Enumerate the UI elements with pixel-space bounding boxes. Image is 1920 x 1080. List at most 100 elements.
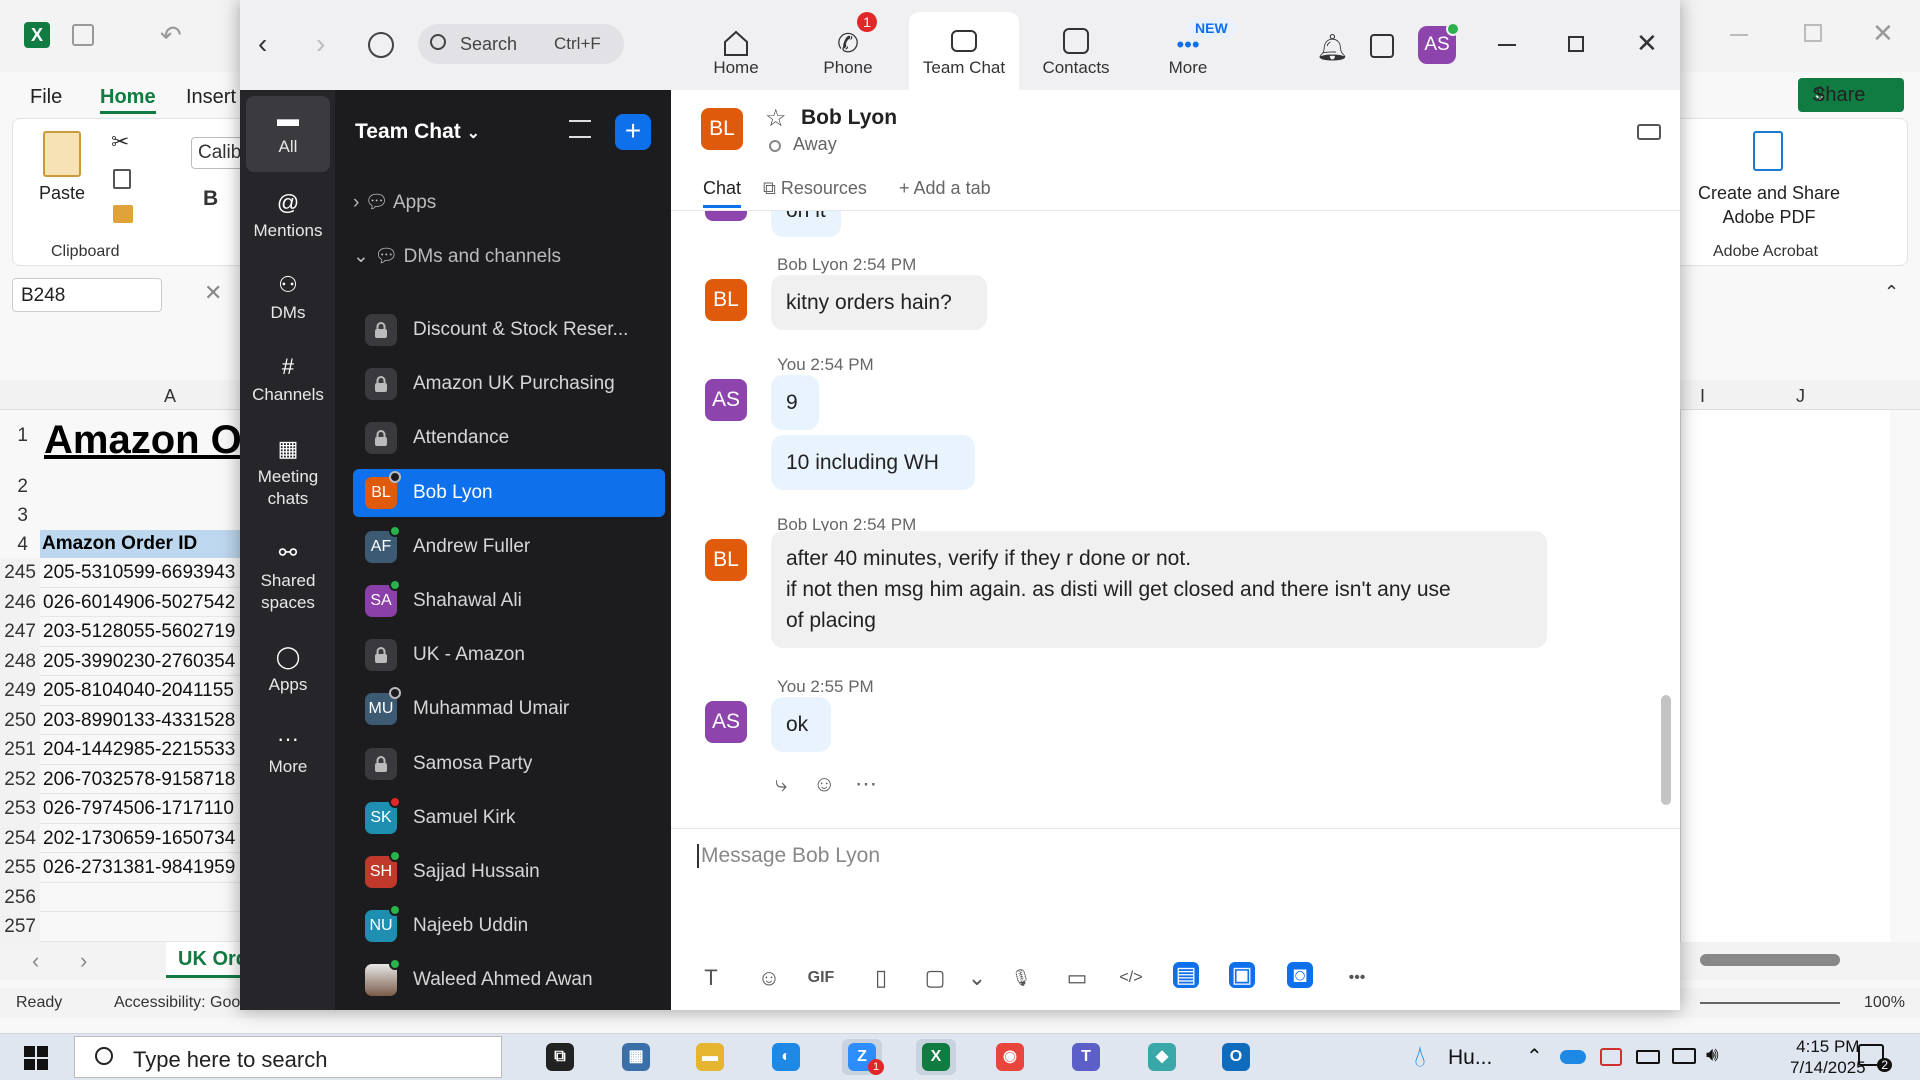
screenshot-options-icon[interactable]: ⌄ <box>961 962 993 994</box>
emoji-icon[interactable]: ☺ <box>753 962 785 994</box>
apps-section[interactable]: › 💬︎ Apps <box>353 190 436 214</box>
adobe-pdf-icon[interactable] <box>1753 131 1783 171</box>
zoom-slider[interactable] <box>1700 1002 1840 1004</box>
start-windows-icon[interactable] <box>24 1046 48 1070</box>
contact-name[interactable]: Bob Lyon <box>801 106 897 130</box>
accessibility-status[interactable]: Accessibility: Good to go <box>114 994 244 1012</box>
order-id-header-cell[interactable]: Amazon Order ID <box>40 530 240 558</box>
paste-label[interactable]: Paste <box>39 183 85 204</box>
volume-icon[interactable]: 🔊︎ <box>1706 1044 1719 1067</box>
dms-section[interactable]: ⌄ 💬︎ DMs and channels <box>353 244 561 268</box>
cut-icon[interactable]: ✂ <box>111 129 129 155</box>
rail-item-all[interactable]: ▬ All <box>246 96 330 172</box>
new-chat-button[interactable]: + <box>615 114 651 150</box>
more-tools-icon[interactable]: ••• <box>1341 962 1373 994</box>
taskbar-search-box[interactable]: Type here to search <box>74 1036 502 1078</box>
collapse-ribbon-icon[interactable]: ⌃ <box>1884 282 1899 303</box>
horizontal-scrollbar[interactable] <box>1700 954 1840 966</box>
rail-item-dms[interactable]: ⚇ DMs <box>246 262 330 338</box>
row-header[interactable]: 4 <box>0 534 28 556</box>
format-painter-icon[interactable] <box>113 205 133 223</box>
sheet-tab[interactable]: UK Ord <box>166 942 240 978</box>
cancel-formula-icon[interactable]: ✕ <box>204 280 222 306</box>
reply-thread-icon[interactable]: ⤷ <box>775 771 787 797</box>
row-header[interactable]: 255 <box>0 853 40 883</box>
list-item[interactable]: MU Muhammad Umair <box>353 685 665 733</box>
security-icon[interactable] <box>1600 1048 1622 1066</box>
list-item[interactable]: NU Najeeb Uddin <box>353 902 665 950</box>
app-diamond-icon[interactable]: ◆ <box>1142 1039 1182 1075</box>
nav-team-chat[interactable]: Team Chat <box>909 12 1019 90</box>
tab-resources[interactable]: ⧉ Resources <box>763 178 867 199</box>
file-icon[interactable]: ▯ <box>865 962 897 994</box>
message-composer[interactable]: Message Bob Lyon <box>697 844 880 868</box>
order-id-cell[interactable]: 202-1730659-1650734 <box>40 824 240 853</box>
column-j-header[interactable]: J <box>1796 386 1805 407</box>
window-minimize-icon[interactable] <box>1730 34 1748 36</box>
gif-icon[interactable]: GIF <box>805 962 837 994</box>
row-header[interactable]: 250 <box>0 705 40 735</box>
notes-app-icon[interactable]: ◙ <box>1287 962 1313 988</box>
order-id-cell[interactable]: 206-7032578-9158718 <box>40 765 240 794</box>
order-id-cell[interactable]: 204-1442985-2215533 <box>40 735 240 765</box>
calendar-icon[interactable] <box>1370 34 1394 58</box>
message-bubble[interactable]: kitny orders hain? <box>771 275 987 330</box>
rail-item-mentions[interactable]: @ Mentions <box>246 180 330 256</box>
screenshot-icon[interactable]: ▢ <box>919 962 951 994</box>
notification-bell-icon[interactable]: 🔔︎ <box>1316 32 1349 63</box>
outlook-icon[interactable]: O <box>1216 1039 1256 1075</box>
maximize-icon[interactable] <box>1568 36 1584 52</box>
add-tab-button[interactable]: + Add a tab <box>899 178 991 199</box>
scrollbar-thumb[interactable] <box>1661 695 1671 805</box>
star-icon[interactable]: ☆ <box>765 104 787 133</box>
onedrive-icon[interactable] <box>1560 1050 1586 1064</box>
order-id-cell[interactable]: 026-7974506-1717110 <box>40 794 240 824</box>
column-i-header[interactable]: I <box>1700 386 1705 407</box>
row-header[interactable]: 245 <box>0 558 40 588</box>
message-avatar[interactable]: AS <box>705 379 747 421</box>
teams-icon[interactable]: T <box>1066 1039 1106 1075</box>
list-title[interactable]: Team Chat ⌄ <box>355 120 480 144</box>
message-avatar[interactable]: BL <box>705 539 747 581</box>
rail-item-channels[interactable]: # Channels <box>246 344 330 420</box>
list-item[interactable]: SK Samuel Kirk <box>353 794 665 842</box>
docs-app-icon[interactable]: ▤ <box>1173 962 1199 988</box>
taskbar-clock[interactable]: 4:15 PM 7/14/2025 <box>1790 1036 1866 1078</box>
forward-icon[interactable]: › <box>316 28 325 60</box>
ribbon-tab-home[interactable]: Home <box>100 86 156 114</box>
order-id-cell[interactable]: 203-8990133-4331528 <box>40 706 240 735</box>
row-header[interactable]: 256 <box>0 882 40 912</box>
history-icon[interactable] <box>368 32 394 58</box>
row-header[interactable]: 2 <box>0 476 28 498</box>
network-icon[interactable] <box>1672 1048 1696 1064</box>
message-bubble[interactable]: 9 <box>771 375 819 430</box>
message-bubble[interactable]: on it <box>771 211 841 237</box>
share-button[interactable]: ⇪ Share ⌄ <box>1798 78 1904 112</box>
contact-avatar[interactable]: BL <box>701 108 743 150</box>
order-id-cell[interactable]: 203-5128055-5602719 <box>40 617 240 647</box>
order-id-cell[interactable]: 205-3990230-2760354 <box>40 647 240 676</box>
message-avatar[interactable]: AS <box>705 701 747 743</box>
adobe-create-label[interactable]: Create and Share Adobe PDF <box>1689 181 1849 229</box>
weather-drop-icon[interactable]: 💧︎ <box>1414 1040 1426 1074</box>
order-id-cell[interactable]: 205-5310599-6693943 <box>40 558 240 588</box>
nav-more[interactable]: ••• NEW More <box>1133 12 1243 90</box>
sheet-prev-icon[interactable]: ‹ <box>32 948 39 974</box>
rail-item-more[interactable]: ··· More <box>246 716 330 786</box>
list-item[interactable]: Amazon UK Purchasing <box>353 360 665 408</box>
ribbon-tab-insert[interactable]: Insert <box>186 86 236 109</box>
message-bubble[interactable]: after 40 minutes, verify if they r done … <box>771 531 1547 648</box>
whiteboard-app-icon[interactable]: ▣ <box>1229 962 1255 988</box>
excel-app-icon[interactable]: X <box>916 1039 956 1075</box>
code-snippet-icon[interactable]: </> <box>1115 962 1147 994</box>
list-item[interactable]: Samosa Party <box>353 740 665 788</box>
nav-contacts[interactable]: Contacts <box>1021 12 1131 90</box>
save-icon[interactable] <box>72 24 94 46</box>
nav-home[interactable]: Home <box>681 12 791 90</box>
paste-icon[interactable] <box>43 131 81 177</box>
row-header[interactable]: 247 <box>0 617 40 647</box>
list-item[interactable]: UK - Amazon <box>353 631 665 679</box>
video-message-icon[interactable]: ▭ <box>1061 962 1093 994</box>
row-header[interactable]: 3 <box>0 505 28 527</box>
chrome-icon[interactable]: ◉ <box>990 1039 1030 1075</box>
